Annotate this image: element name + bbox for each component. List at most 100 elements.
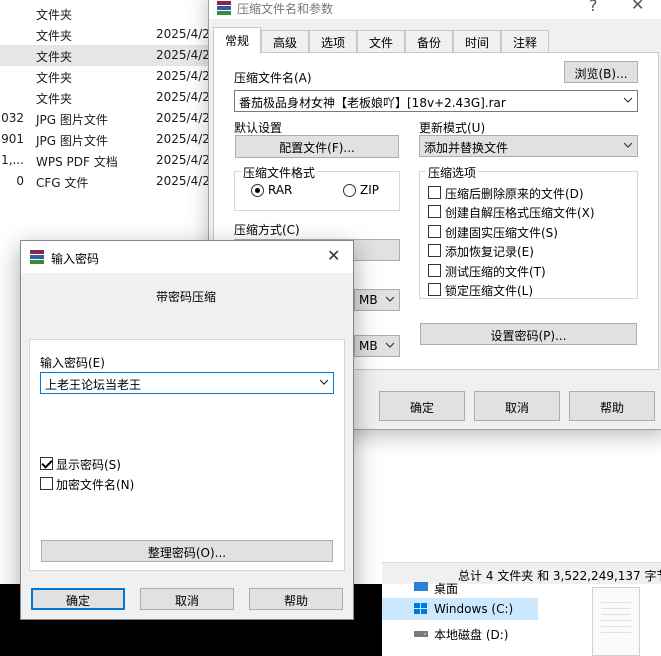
option-checkbox[interactable]: [428, 264, 441, 277]
nav-item-local-d[interactable]: 本地磁盘 (D:): [382, 622, 538, 644]
file-date: 2025/4/2: [156, 153, 210, 167]
archive-name-label: 压缩文件名(A): [234, 71, 312, 85]
option-label: 压缩后删除原来的文件(D): [445, 187, 584, 201]
group-title: 压缩选项: [426, 164, 479, 181]
file-date: 2025/4/2: [156, 90, 210, 104]
help-button[interactable]: 帮助: [249, 588, 343, 610]
archive-name-value: 番茄极品身材女神【老板娘吖】[18v+2.43G].rar: [239, 96, 506, 110]
file-size: 0: [16, 174, 24, 188]
ok-button[interactable]: 确定: [379, 391, 465, 421]
dictionary-unit-value: MB: [359, 339, 378, 353]
tab-files[interactable]: 文件: [357, 30, 405, 53]
option-label: 锁定压缩文件(L): [445, 284, 534, 298]
title-bar: 压缩文件名和参数 ? ✕: [209, 0, 661, 19]
file-row[interactable]: 文件夹: [0, 3, 210, 24]
cancel-button[interactable]: 取消: [474, 391, 560, 421]
file-size: ,901: [0, 132, 24, 146]
file-date: 2025/4/2: [156, 174, 210, 188]
option-checkbox[interactable]: [428, 225, 441, 238]
zip-label: ZIP: [360, 183, 379, 197]
file-row[interactable]: 0 CFG 文件 2025/4/2: [0, 171, 210, 192]
file-row[interactable]: 文件夹 2025/4/2: [0, 87, 210, 108]
file-row[interactable]: ,032 JPG 图片文件 2025/4/2: [0, 108, 210, 129]
chevron-down-icon: [319, 375, 329, 389]
cancel-button[interactable]: 取消: [140, 588, 234, 610]
nav-item-desktop[interactable]: 桌面: [382, 576, 538, 598]
file-row[interactable]: 文件夹 2025/4/2: [0, 66, 210, 87]
file-type: 文件夹: [36, 29, 73, 43]
ok-button[interactable]: 确定: [31, 588, 125, 610]
nav-item-windows-c[interactable]: Windows (C:): [382, 598, 538, 620]
option-checkbox[interactable]: [428, 205, 441, 218]
file-type: 文件夹: [36, 92, 73, 106]
close-icon[interactable]: ✕: [327, 246, 340, 265]
enter-password-dialog: 输入密码 ✕ 带密码压缩 输入密码(E) 上老王论坛当老王 显示密码(S) 加密…: [20, 240, 354, 620]
file-size: 51,...: [0, 153, 24, 167]
option-checkbox[interactable]: [428, 186, 441, 199]
organize-passwords-button[interactable]: 整理密码(O)...: [41, 540, 333, 562]
option-checkbox[interactable]: [428, 244, 441, 257]
archive-format-group: 压缩文件格式 RAR ZIP: [234, 164, 400, 211]
file-size: ,032: [0, 111, 24, 125]
tab-advanced[interactable]: 高级: [261, 30, 309, 53]
tab-time[interactable]: 时间: [453, 30, 501, 53]
option-label: 创建固实压缩文件(S): [445, 226, 558, 240]
encrypt-filenames-checkbox[interactable]: [40, 477, 53, 490]
password-value: 上老王论坛当老王: [45, 378, 142, 392]
tab-comment[interactable]: 注释: [501, 30, 549, 53]
rar-radio[interactable]: [251, 184, 264, 197]
dialog-title: 输入密码: [51, 252, 100, 266]
update-mode-select[interactable]: 添加并替换文件: [419, 135, 638, 157]
password-panel: 输入密码(E) 上老王论坛当老王 显示密码(S) 加密文件名(N) 整理密码(O…: [29, 339, 345, 571]
split-unit-value: MB: [359, 293, 378, 307]
windows-drive-icon: [414, 603, 428, 615]
file-date: 2025/4/2: [156, 132, 210, 146]
compression-options-group: 压缩选项 压缩后删除原来的文件(D) 创建自解压格式压缩文件(X) 创建固实压缩…: [419, 164, 638, 299]
default-settings-label: 默认设置: [234, 121, 283, 135]
file-row[interactable]: ,901 JPG 图片文件 2025/4/2: [0, 129, 210, 150]
dictionary-unit-select[interactable]: MB: [354, 335, 400, 357]
profiles-button[interactable]: 配置文件(F)...: [235, 135, 399, 158]
show-password-label: 显示密码(S): [56, 458, 121, 472]
file-date: 2025/4/2: [156, 48, 210, 62]
file-type: 文件夹: [36, 50, 73, 64]
option-checkbox[interactable]: [428, 283, 441, 296]
tab-general[interactable]: 常规: [213, 27, 261, 54]
tab-backup[interactable]: 备份: [405, 30, 453, 53]
update-mode-label: 更新模式(U): [419, 121, 486, 135]
file-type: JPG 图片文件: [36, 134, 108, 148]
password-input[interactable]: 上老王论坛当老王: [40, 372, 334, 394]
encrypt-filenames-label: 加密文件名(N): [56, 478, 135, 492]
dialog-title: 压缩文件名和参数: [237, 2, 334, 16]
option-label: 添加恢复记录(E): [445, 245, 534, 259]
file-row[interactable]: 文件夹 2025/4/2: [0, 24, 210, 45]
file-type: WPS PDF 文档: [36, 155, 118, 169]
option-label: 测试压缩的文件(T): [445, 265, 546, 279]
file-type: 文件夹: [36, 8, 73, 22]
set-password-button[interactable]: 设置密码(P)...: [420, 323, 637, 345]
winrar-icon: [217, 1, 231, 15]
file-row-selected[interactable]: 文件夹 2025/4/2: [0, 45, 210, 66]
zip-radio[interactable]: [343, 184, 356, 197]
file-row[interactable]: 51,... WPS PDF 文档 2025/4/2: [0, 150, 210, 171]
dialog-heading: 带密码压缩: [156, 290, 217, 304]
help-button[interactable]: 帮助: [569, 391, 655, 421]
rar-label: RAR: [268, 183, 293, 197]
nav-label: Windows (C:): [434, 602, 514, 616]
tab-options[interactable]: 选项: [309, 30, 357, 53]
minimize-button[interactable]: ?: [589, 0, 598, 15]
drive-icon: [414, 627, 428, 639]
browse-button[interactable]: 浏览(B)...: [564, 61, 638, 83]
close-icon[interactable]: ✕: [631, 0, 644, 14]
file-date: 2025/4/2: [156, 111, 210, 125]
winrar-icon: [30, 250, 44, 264]
document-thumbnail[interactable]: [592, 587, 640, 656]
chevron-down-icon: [623, 138, 633, 152]
update-mode-value: 添加并替换文件: [424, 141, 509, 155]
password-label: 输入密码(E): [40, 356, 105, 370]
split-unit-select[interactable]: MB: [354, 289, 400, 311]
show-password-checkbox[interactable]: [40, 457, 53, 470]
chevron-down-icon: [623, 93, 633, 107]
archive-name-combobox[interactable]: 番茄极品身材女神【老板娘吖】[18v+2.43G].rar: [234, 90, 638, 112]
option-label: 创建自解压格式压缩文件(X): [445, 206, 595, 220]
